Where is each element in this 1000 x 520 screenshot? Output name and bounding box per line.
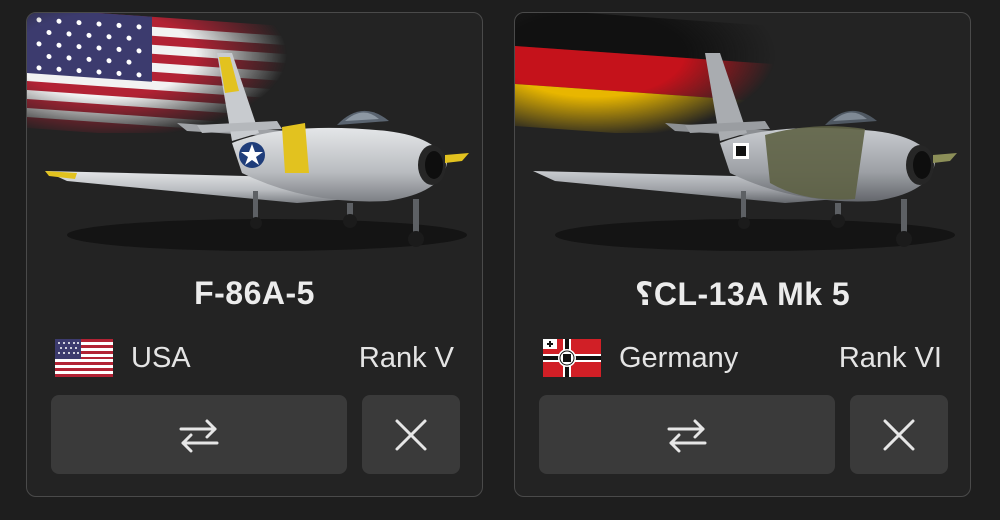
vehicle-illustration [515,13,957,251]
vehicle-country: Germany [619,341,739,374]
vehicle-info-row: Germany Rank VI [543,338,942,378]
vehicle-illustration [27,13,469,251]
vehicle-name: F-86A-5 [194,275,315,311]
close-icon [395,419,427,450]
swap-vehicle-button[interactable] [539,395,835,474]
usa-flag-icon [55,339,113,377]
remove-vehicle-button[interactable] [850,395,948,474]
vehicle-card-f86a5[interactable]: F-86A-5 USA Rank V [26,12,483,497]
swap-arrows-icon [667,419,707,452]
vehicle-rank: Rank VI [838,341,942,374]
germany-war-ensign-icon [543,339,601,377]
vehicle-name: ⸮CL-13A Mk 5 [634,276,851,312]
vehicle-rank: Rank V [358,341,454,374]
remove-vehicle-button[interactable] [362,395,460,474]
close-icon [883,419,915,450]
vehicle-info-row: USA Rank V [55,338,454,378]
swap-vehicle-button[interactable] [51,395,347,474]
vehicle-card-cl13a[interactable]: ⸮CL-13A Mk 5 Germany Rank VI [514,12,971,497]
swap-arrows-icon [179,419,219,452]
vehicle-country: USA [131,341,191,374]
